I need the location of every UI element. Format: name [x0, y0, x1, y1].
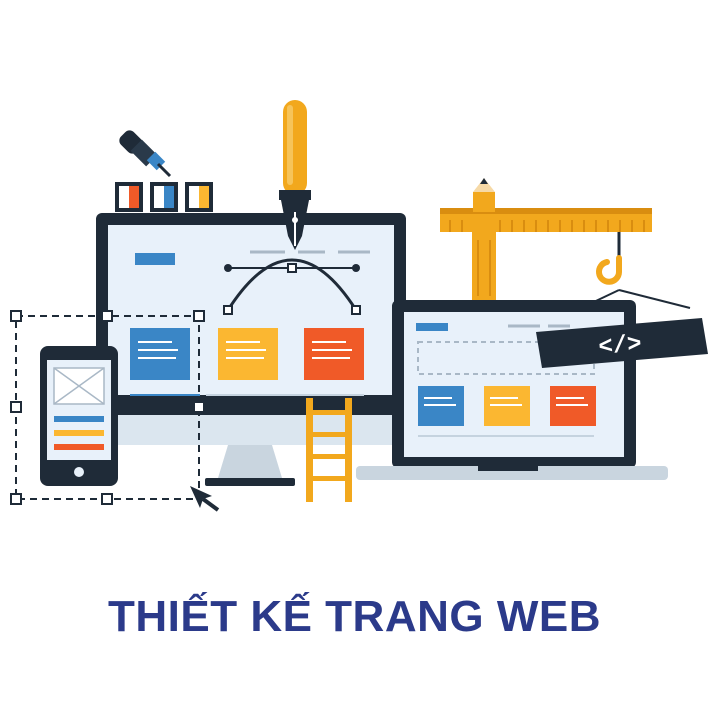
eyedropper-icon	[119, 130, 172, 178]
desktop-monitor	[96, 213, 406, 486]
cursor-icon	[190, 486, 220, 512]
phone	[40, 346, 118, 486]
ladder-icon	[306, 398, 352, 502]
pencil-icon	[473, 178, 495, 212]
code-sign-label: </>	[597, 331, 642, 362]
paint-pot-icon	[115, 182, 213, 212]
page-title: THIẾT KẾ TRANG WEB	[108, 592, 601, 641]
